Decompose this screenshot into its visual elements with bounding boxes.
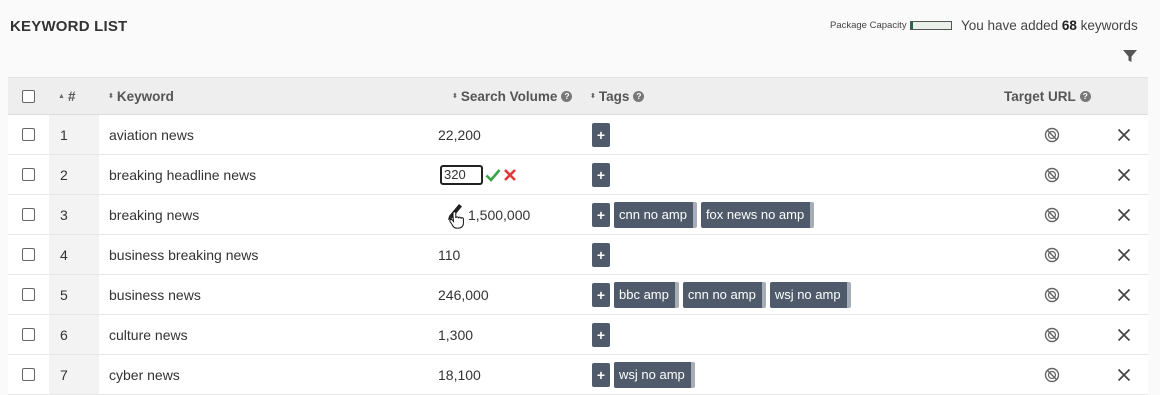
search-volume[interactable]: 22,200 [438,127,481,143]
add-tag-button[interactable]: + [592,122,610,147]
add-tag-button[interactable]: + [592,282,610,307]
add-tag-button[interactable]: + [592,162,610,187]
table-row: 5 business news 246,000 + bbc amp cnn no a… [8,275,1148,315]
row-checkbox[interactable] [22,368,35,381]
keyword-table: ▲ # ⬍ Keyword ⬍ Search Volume? ⬍ Tags? Targe… [8,77,1148,395]
sort-num-header[interactable]: ▲ # [58,78,75,114]
added-suffix: keywords [1080,18,1138,33]
row-number: 5 [60,286,68,303]
target-url-icon[interactable] [1044,127,1060,143]
table-row: 6 culture news 1,300 + [8,315,1148,355]
tag-chip[interactable]: fox news no amp [700,201,815,228]
row-checkbox[interactable] [22,208,35,221]
table-row: 7 cyber news 18,100 + wsj no amp [8,355,1148,395]
capacity-bar [909,21,952,30]
keyword-text: business breaking news [109,246,259,263]
add-tag-button[interactable]: + [592,322,610,347]
tag-chip[interactable]: cnn no amp [614,201,697,228]
table-row: 2 breaking headline news 320 + [8,155,1148,195]
row-number-cell [49,195,99,234]
search-volume: 1,500,000 [468,206,531,223]
search-volume[interactable]: 110 [438,247,460,263]
delete-x-icon[interactable] [1117,128,1131,142]
row-checkbox[interactable] [22,248,35,261]
target-url-icon[interactable] [1044,247,1060,263]
row-checkbox[interactable] [22,328,35,341]
capacity-label: Package Capacity [830,20,907,31]
delete-x-icon[interactable] [1117,168,1131,182]
search-volume[interactable]: 246,000 [438,287,489,303]
delete-x-icon[interactable] [1117,328,1131,342]
table-body: 1 aviation news 22,200 + 2 breaking head… [8,115,1148,395]
target-url-icon[interactable] [1044,167,1060,183]
row-number-cell [49,235,99,274]
delete-x-icon[interactable] [1117,208,1131,222]
target-url-icon[interactable] [1044,287,1060,303]
added-prefix: You have added [961,18,1059,33]
keyword-text: aviation news [109,126,194,143]
search-volume[interactable]: 1,300 [438,327,473,343]
keyword-text: breaking headline news [109,166,257,183]
tag-chip[interactable]: wsj no amp [769,281,851,308]
delete-x-icon[interactable] [1117,288,1131,302]
add-tag-button[interactable]: + [592,202,610,227]
add-tag-button[interactable]: + [592,242,610,267]
row-number: 3 [60,206,68,223]
search-volume[interactable]: 18,100 [438,367,481,383]
filter-icon[interactable] [1122,48,1138,64]
table-row: 1 aviation news 22,200 + [8,115,1148,155]
row-number-cell [49,275,99,314]
table-row: 4 business breaking news 110 + [8,235,1148,275]
tag-chip[interactable]: wsj no amp [614,361,695,388]
keyword-text: business news [109,286,201,303]
sort-icon: ⬍ [452,92,458,100]
edit-pencil-icon[interactable] [446,203,466,229]
sort-asc-icon: ▲ [58,92,65,100]
tag-chip[interactable]: bbc amp [614,281,679,308]
keywords-added-text: You have added 68 keywords [961,18,1138,33]
target-url-icon[interactable] [1044,207,1060,223]
target-url-header: Target URL? [1004,78,1091,114]
help-icon[interactable]: ? [561,90,573,102]
add-tag-button[interactable]: + [592,362,610,387]
row-checkbox[interactable] [22,128,35,141]
row-number-cell [49,315,99,354]
help-icon[interactable]: ? [1079,90,1091,102]
cancel-x-icon[interactable] [503,168,517,182]
volume-edit-input[interactable]: 320 [440,164,483,185]
select-all-checkbox[interactable] [22,89,35,103]
row-number: 2 [60,166,68,183]
target-url-icon[interactable] [1044,367,1060,383]
delete-x-icon[interactable] [1117,248,1131,262]
row-number-cell [49,355,99,394]
row-checkbox[interactable] [22,288,35,301]
sort-volume-header[interactable]: ⬍ Search Volume? [452,78,573,114]
sort-keyword-header[interactable]: ⬍ Keyword [108,78,174,114]
page-title: KEYWORD LIST [10,18,128,35]
help-icon[interactable]: ? [633,90,645,102]
target-url-icon[interactable] [1044,327,1060,343]
keyword-text: breaking news [109,206,200,223]
sort-icon: ⬍ [108,92,114,100]
confirm-check-icon[interactable] [485,168,501,182]
row-number: 1 [60,126,68,143]
sort-tags-header[interactable]: ⬍ Tags? [590,78,645,114]
delete-x-icon[interactable] [1117,368,1131,382]
row-number: 6 [60,326,68,343]
capacity-fill [910,22,914,29]
row-number-cell [49,115,99,154]
row-number-cell [49,155,99,194]
row-number: 7 [60,366,68,383]
table-header: ▲ # ⬍ Keyword ⬍ Search Volume? ⬍ Tags? Targe… [8,77,1148,115]
package-capacity: Package Capacity [830,20,952,31]
table-row: 3 breaking news 1,500,000 + cnn no amp fox… [8,195,1148,235]
sort-icon: ⬍ [590,92,596,100]
tag-chip[interactable]: cnn no amp [682,281,766,308]
row-number: 4 [60,246,68,263]
row-checkbox[interactable] [22,168,35,181]
added-count: 68 [1061,18,1077,33]
keyword-text: cyber news [109,366,180,383]
keyword-text: culture news [109,326,188,343]
